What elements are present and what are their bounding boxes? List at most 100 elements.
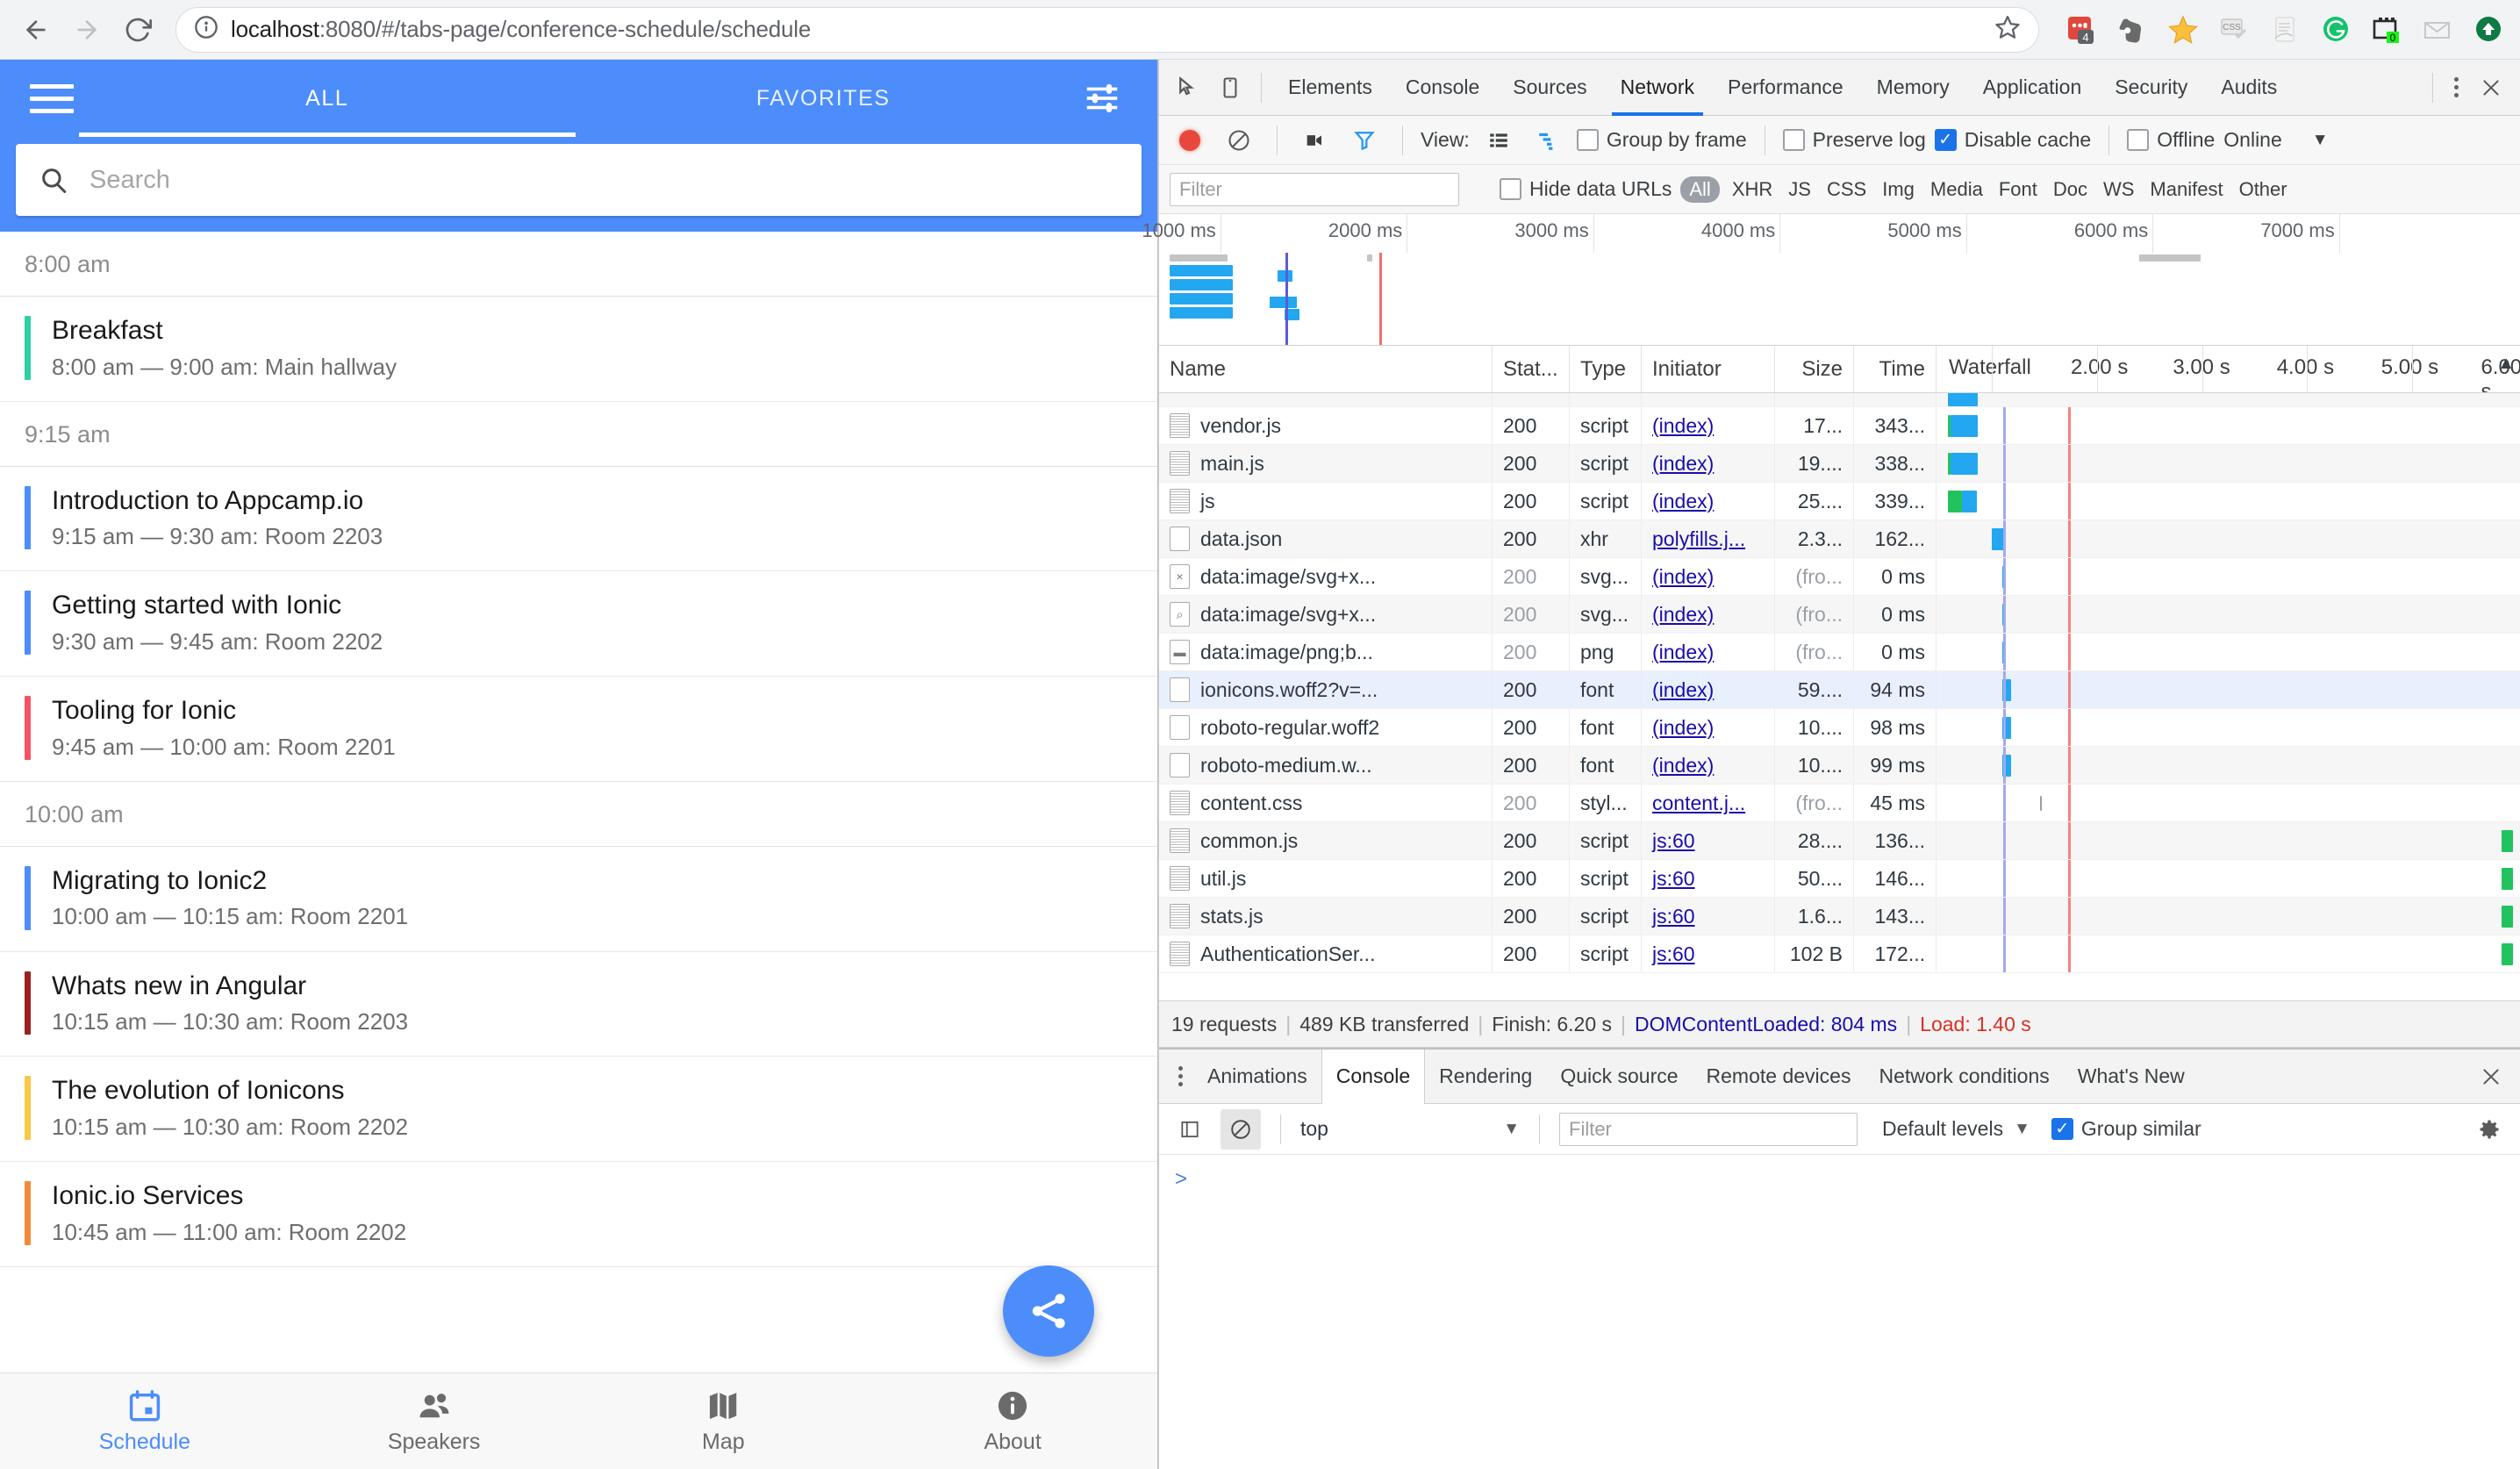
type-filter-img[interactable]: Img xyxy=(1879,178,1918,201)
list-item[interactable]: Breakfast 8:00 am — 9:00 am: Main hallwa… xyxy=(0,297,1157,402)
pocket-extension-icon[interactable]: 4 xyxy=(2062,11,2101,49)
drawer-close-icon[interactable] xyxy=(2471,1057,2511,1097)
address-bar[interactable]: localhost:8080/#/tabs-page/conference-sc… xyxy=(175,7,2039,53)
upload-extension-icon[interactable] xyxy=(2469,11,2508,49)
bookmark-star-icon[interactable] xyxy=(1994,14,2021,45)
request-initiator[interactable]: (index) xyxy=(1652,452,1714,476)
table-row[interactable]: common.js 200 script js:60 28.... 136... xyxy=(1159,822,2520,860)
tab-network[interactable]: Network xyxy=(1605,60,1710,116)
table-row[interactable]: ▬data:image/png;b... 200 png (index) (fr… xyxy=(1159,634,2520,671)
mail-extension-icon[interactable] xyxy=(2418,11,2457,49)
chevron-down-icon[interactable]: ▼ xyxy=(2014,1120,2030,1139)
column-header-initiator[interactable]: Initiator xyxy=(1642,346,1775,392)
console-output[interactable]: > xyxy=(1159,1155,2520,1469)
type-filter-font[interactable]: Font xyxy=(1995,178,2041,201)
request-initiator[interactable]: (index) xyxy=(1652,603,1714,627)
list-item[interactable]: Whats new in Angular 10:15 am — 10:30 am… xyxy=(0,952,1157,1057)
table-row[interactable]: stats.js 200 script js:60 1.6... 143... xyxy=(1159,898,2520,935)
type-filter-css[interactable]: CSS xyxy=(1823,178,1870,201)
table-row[interactable]: vendor.js 200 script (index) 17... 343..… xyxy=(1159,407,2520,445)
table-row[interactable]: main.js 200 script (index) 19.... 338... xyxy=(1159,445,2520,483)
reload-button[interactable] xyxy=(114,6,161,54)
table-row[interactable]: roboto-regular.woff2 200 font (index) 10… xyxy=(1159,709,2520,747)
request-initiator[interactable]: js:60 xyxy=(1652,829,1695,853)
clear-requests-button[interactable] xyxy=(1219,120,1259,161)
table-row[interactable]: ionicons.woff2?v=... 200 font (index) 59… xyxy=(1159,671,2520,709)
tab-elements[interactable]: Elements xyxy=(1272,60,1388,116)
list-item[interactable]: Ionic.io Services 10:45 am — 11:00 am: R… xyxy=(0,1162,1157,1267)
table-row[interactable]: ×data:image/svg+x... 200 svg... (index) … xyxy=(1159,558,2520,596)
tab-about[interactable]: About xyxy=(868,1387,1157,1455)
requests-filter-input[interactable]: Filter xyxy=(1170,173,1459,206)
request-initiator[interactable]: js:60 xyxy=(1652,942,1695,966)
calendar-extension-icon[interactable]: 0 xyxy=(2367,11,2406,49)
share-fab-button[interactable] xyxy=(1003,1265,1094,1357)
request-initiator[interactable]: (index) xyxy=(1652,754,1714,777)
disable-cache-checkbox[interactable]: Disable cache xyxy=(1935,128,2091,152)
tab-performance[interactable]: Performance xyxy=(1712,60,1859,116)
request-initiator[interactable]: (index) xyxy=(1652,414,1714,438)
filter-toggle-button[interactable] xyxy=(1344,120,1385,161)
table-row[interactable] xyxy=(1159,393,2520,407)
tab-application[interactable]: Application xyxy=(1967,60,2098,116)
kebab-menu-icon[interactable] xyxy=(2444,77,2469,97)
throttling-value[interactable]: Online xyxy=(2223,128,2281,152)
tab-speakers[interactable]: Speakers xyxy=(290,1387,579,1455)
offline-checkbox[interactable]: Offline xyxy=(2127,128,2215,152)
type-filter-media[interactable]: Media xyxy=(1927,178,1987,201)
table-row[interactable]: AuthenticationSer... 200 script js:60 10… xyxy=(1159,935,2520,973)
type-filter-all[interactable]: All xyxy=(1680,176,1719,203)
column-header-status[interactable]: Stat... xyxy=(1493,346,1570,392)
request-initiator[interactable]: (index) xyxy=(1652,565,1714,589)
table-row[interactable]: util.js 200 script js:60 50.... 146... xyxy=(1159,860,2520,898)
list-item[interactable]: The evolution of Ionicons 10:15 am — 10:… xyxy=(0,1057,1157,1162)
network-overview[interactable]: 1000 ms 2000 ms 3000 ms 4000 ms 5000 ms … xyxy=(1159,214,2520,346)
segment-tab-favorites[interactable]: FAVORITES xyxy=(576,60,1072,137)
clear-console-button[interactable] xyxy=(1221,1109,1261,1150)
request-initiator[interactable]: js:60 xyxy=(1652,867,1695,891)
list-item[interactable]: Tooling for Ionic 9:45 am — 10:00 am: Ro… xyxy=(0,677,1157,782)
console-levels-value[interactable]: Default levels xyxy=(1882,1117,2003,1141)
capture-screenshots-button[interactable] xyxy=(1295,120,1335,161)
request-initiator[interactable]: (index) xyxy=(1652,716,1714,740)
search-input[interactable]: Search xyxy=(16,144,1142,216)
drawer-tab-network-conditions[interactable]: Network conditions xyxy=(1865,1050,2063,1104)
drawer-tab-rendering[interactable]: Rendering xyxy=(1425,1050,1546,1104)
tab-security[interactable]: Security xyxy=(2099,60,2203,116)
favorite-star-extension-icon[interactable] xyxy=(2164,11,2202,49)
drawer-tab-whats-new[interactable]: What's New xyxy=(2064,1050,2199,1104)
table-row[interactable]: ⌕data:image/svg+x... 200 svg... (index) … xyxy=(1159,596,2520,634)
tab-sources[interactable]: Sources xyxy=(1497,60,1602,116)
list-item[interactable]: Migrating to Ionic2 10:00 am — 10:15 am:… xyxy=(0,847,1157,952)
waterfall-view-button[interactable] xyxy=(1528,120,1568,161)
column-header-type[interactable]: Type xyxy=(1570,346,1642,392)
tab-memory[interactable]: Memory xyxy=(1861,60,1965,116)
console-context-select[interactable]: top ▼ xyxy=(1300,1117,1520,1141)
forward-button[interactable] xyxy=(63,6,111,54)
request-initiator[interactable]: js:60 xyxy=(1652,905,1695,928)
console-settings-button[interactable] xyxy=(2469,1109,2509,1150)
tab-console[interactable]: Console xyxy=(1390,60,1495,116)
type-filter-other[interactable]: Other xyxy=(2236,178,2291,201)
devtools-close-icon[interactable] xyxy=(2471,68,2511,108)
column-header-size[interactable]: Size xyxy=(1775,346,1854,392)
back-button[interactable] xyxy=(12,6,60,54)
list-item[interactable]: Introduction to Appcamp.io 9:15 am — 9:3… xyxy=(0,467,1157,572)
requests-rows[interactable]: vendor.js 200 script (index) 17... 343..… xyxy=(1159,393,2520,1000)
request-initiator[interactable]: (index) xyxy=(1652,678,1714,702)
chevron-down-icon[interactable]: ▼ xyxy=(2312,131,2329,150)
tab-audits[interactable]: Audits xyxy=(2205,60,2293,116)
list-item[interactable]: Getting started with Ionic 9:30 am — 9:4… xyxy=(0,571,1157,677)
table-row[interactable]: content.css 200 styl... content.j... (fr… xyxy=(1159,785,2520,822)
drawer-tab-animations[interactable]: Animations xyxy=(1193,1050,1321,1104)
column-header-time[interactable]: Time xyxy=(1854,346,1937,392)
column-header-name[interactable]: Name xyxy=(1159,346,1493,392)
request-initiator[interactable]: (index) xyxy=(1652,490,1714,513)
segment-tab-all[interactable]: ALL xyxy=(79,60,576,137)
table-row[interactable]: js 200 script (index) 25.... 339... xyxy=(1159,483,2520,520)
group-by-frame-checkbox[interactable]: Group by frame xyxy=(1577,128,1747,152)
tab-map[interactable]: Map xyxy=(579,1387,869,1455)
request-initiator[interactable]: content.j... xyxy=(1652,792,1745,815)
hide-data-urls-checkbox[interactable]: Hide data URLs xyxy=(1500,177,1672,201)
evernote-extension-icon[interactable] xyxy=(2113,11,2151,49)
